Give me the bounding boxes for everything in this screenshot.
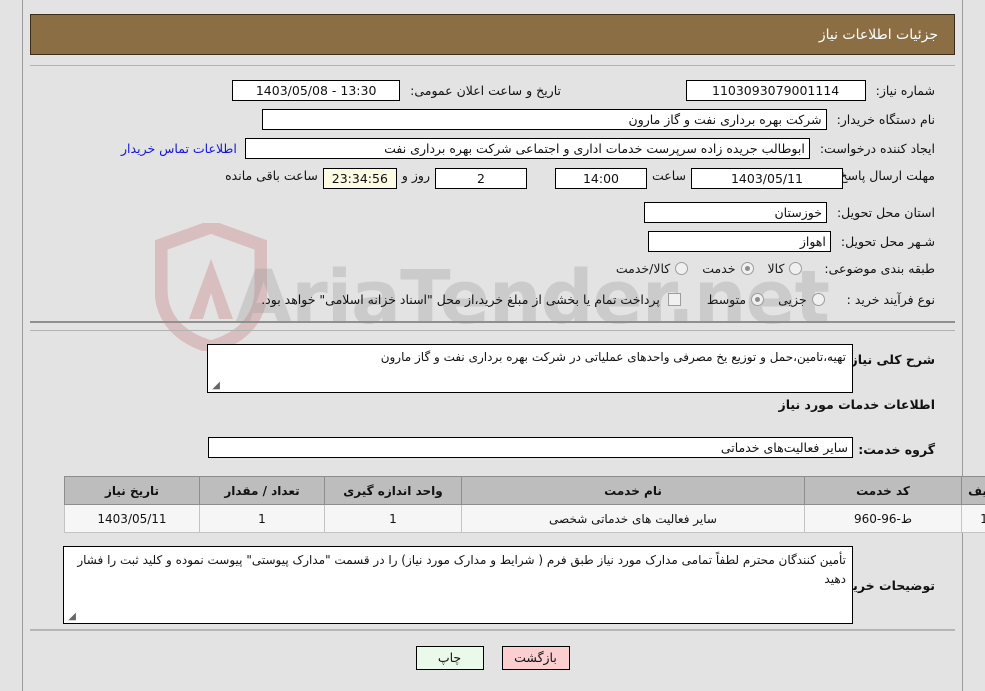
deadline-row: مهلت ارسال پاسخ: تا تاریخ: 1403/05/11 سا… [220, 168, 935, 189]
province-label: استان محل تحویل: [836, 205, 935, 220]
city-row: شـهر محل تحویل: اهواز [647, 231, 935, 252]
cell-service-code: ط-96-960 [804, 504, 962, 533]
radio-process-motevaset-label: متوسط [706, 292, 747, 307]
footer-button-bar: بازگشت چاپ [22, 646, 963, 670]
treasury-bond-checkbox[interactable] [667, 293, 681, 306]
deadline-label: مهلت ارسال پاسخ: تا تاریخ: [790, 168, 935, 183]
requester-value: ابوطالب جریده زاده سرپرست خدمات اداری و … [244, 138, 810, 159]
col-quantity: تعداد / مقدار [199, 476, 325, 505]
cell-service-name: سایر فعالیت های خدماتی شخصی [461, 504, 805, 533]
general-description-label: شرح کلی نیاز: [845, 352, 935, 367]
radio-process-jozi-label: جزیی [778, 292, 807, 307]
announce-datetime-value: 13:30 - 1403/05/08 [232, 80, 401, 101]
general-description-textarea[interactable]: تهیه،تامین،حمل و توزیع یخ مصرفی واحدهای … [207, 344, 853, 393]
radio-category-kala[interactable] [789, 262, 803, 275]
general-description-value: تهیه،تامین،حمل و توزیع یخ مصرفی واحدهای … [380, 350, 846, 364]
radio-category-khedmat-label: خدمت [702, 261, 736, 276]
cell-need-date: 1403/05/11 [64, 504, 200, 533]
radio-process-motevaset[interactable] [751, 293, 765, 306]
requester-row: ایجاد کننده درخواست: ابوطالب جریده زاده … [121, 138, 935, 159]
resize-grip-icon-notes[interactable]: ◢ [66, 612, 76, 622]
province-value: خوزستان [643, 202, 827, 223]
cell-row-no: 1 [961, 504, 985, 533]
buyer-notes-textarea[interactable]: تأمین کنندگان محترم لطفاً تمامی مدارک مو… [63, 546, 853, 624]
radio-category-kala-label: کالا [767, 261, 785, 276]
radio-category-khedmat[interactable] [740, 262, 754, 275]
city-label: شـهر محل تحویل: [840, 234, 935, 249]
cell-quantity: 1 [199, 504, 325, 533]
col-need-date: تاریخ نیاز [64, 476, 200, 505]
radio-category-kala-khedmat[interactable] [675, 262, 689, 275]
category-label: طبقه بندی موضوعی: [824, 261, 935, 276]
city-value: اهواز [647, 231, 831, 252]
table-header-row: ردیف کد خدمت نام خدمت واحد اندازه گیری ت… [64, 476, 985, 505]
col-unit: واحد اندازه گیری [324, 476, 462, 505]
purchase-process-row: نوع فرآیند خرید : جزیی متوسط پرداخت تمام… [261, 292, 935, 307]
page-header-band: جزئیات اطلاعات نیاز [30, 14, 955, 55]
days-label: روز و [401, 168, 430, 183]
table-row: 1 ط-96-960 سایر فعالیت های خدماتی شخصی 1… [64, 504, 985, 533]
back-button[interactable]: بازگشت [501, 646, 570, 670]
services-table: ردیف کد خدمت نام خدمت واحد اندازه گیری ت… [64, 476, 985, 533]
purchase-process-label: نوع فرآیند خرید : [846, 292, 935, 307]
cell-unit: 1 [324, 504, 462, 533]
announce-datetime-label: تاریخ و ساعت اعلان عمومی: [410, 83, 561, 98]
buyer-org-label: نام دستگاه خریدار: [836, 112, 935, 127]
requester-label: ایجاد کننده درخواست: [819, 141, 935, 156]
page-title: جزئیات اطلاعات نیاز [818, 26, 938, 43]
buyer-org-row: نام دستگاه خریدار: شرکت بهره برداری نفت … [261, 109, 935, 130]
col-row-no: ردیف [961, 476, 985, 505]
buyer-notes-value: تأمین کنندگان محترم لطفاً تمامی مدارک مو… [77, 553, 846, 586]
hour-label: ساعت [651, 168, 686, 183]
province-row: استان محل تحویل: خوزستان [643, 202, 935, 223]
treasury-bond-note: پرداخت تمام یا بخشی از مبلغ خرید،از محل … [261, 292, 660, 307]
deadline-time-value: 14:00 [554, 168, 647, 189]
col-service-name: نام خدمت [461, 476, 805, 505]
countdown-value: 23:34:56 [322, 168, 397, 189]
services-section-heading: اطلاعات خدمات مورد نیاز [778, 397, 936, 412]
service-group-value: سایر فعالیت‌های خدماتی [208, 437, 853, 458]
buyer-contact-link[interactable]: اطلاعات تماس خریدار [121, 141, 237, 156]
radio-category-kala-khedmat-label: کالا/خدمت [615, 261, 671, 276]
need-info-panel [30, 65, 955, 323]
need-number-row: شماره نیاز: 1103093079001114 [685, 80, 935, 101]
service-group-label: گروه خدمت: [858, 442, 935, 457]
need-number-value: 1103093079001114 [685, 80, 866, 101]
footer-divider [30, 630, 955, 631]
remaining-days-value: 2 [434, 168, 527, 189]
announce-datetime-row: تاریخ و ساعت اعلان عمومی: 13:30 - 1403/0… [232, 80, 561, 101]
col-service-code: کد خدمت [804, 476, 962, 505]
category-row: طبقه بندی موضوعی: کالا خدمت کالا/خدمت [602, 261, 935, 276]
page-container: جزئیات اطلاعات نیاز شماره نیاز: 11030930… [22, 0, 985, 691]
resize-grip-icon[interactable]: ◢ [210, 381, 220, 391]
need-number-label: شماره نیاز: [875, 83, 935, 98]
radio-process-jozi[interactable] [811, 293, 825, 306]
remaining-hours-label: ساعت باقی مانده [225, 168, 318, 183]
deadline-date-value: 1403/05/11 [691, 168, 843, 189]
buyer-org-value: شرکت بهره برداری نفت و گاز مارون [261, 109, 827, 130]
print-button[interactable]: چاپ [415, 646, 484, 670]
